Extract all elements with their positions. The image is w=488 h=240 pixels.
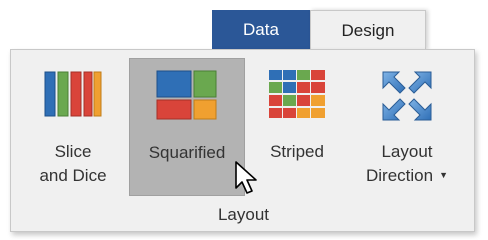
direction-label-line2-row: Direction ▼ <box>347 164 467 189</box>
layout-direction-icon <box>377 68 437 129</box>
ribbon-group-label: Layout <box>217 205 270 224</box>
treemap-ribbon-screenshot: Data Design Slice and Dice Squarified St… <box>0 0 488 240</box>
slice-and-dice-label: Slice and Dice <box>21 140 125 188</box>
ribbon-panel: Slice and Dice Squarified Striped Layout… <box>10 49 475 232</box>
tab-data[interactable]: Data <box>212 10 310 50</box>
striped-label: Striped <box>270 142 324 161</box>
slice-and-dice-icon <box>43 68 103 125</box>
ribbon-tab-bar: Data Design <box>212 10 426 50</box>
slice-label-line2: and Dice <box>39 166 107 185</box>
striped-icon <box>267 68 327 125</box>
striped-button[interactable]: Striped <box>249 58 345 196</box>
squarified-icon <box>155 69 219 126</box>
slice-label-line1: Slice <box>54 142 92 161</box>
direction-label-line2: Direction <box>365 166 434 185</box>
tab-data-label: Data <box>243 20 279 39</box>
tab-design-label: Design <box>341 20 395 40</box>
dropdown-arrow-icon[interactable]: ▼ <box>439 163 448 187</box>
layout-direction-button[interactable]: Layout Direction ▼ <box>347 58 467 196</box>
direction-label-line1: Layout <box>381 142 433 161</box>
squarified-button[interactable]: Squarified <box>129 58 245 196</box>
squarified-label: Squarified <box>148 143 226 162</box>
slice-and-dice-button[interactable]: Slice and Dice <box>21 58 125 196</box>
layout-direction-label: Layout Direction ▼ <box>347 140 467 189</box>
tab-design[interactable]: Design <box>310 10 426 50</box>
